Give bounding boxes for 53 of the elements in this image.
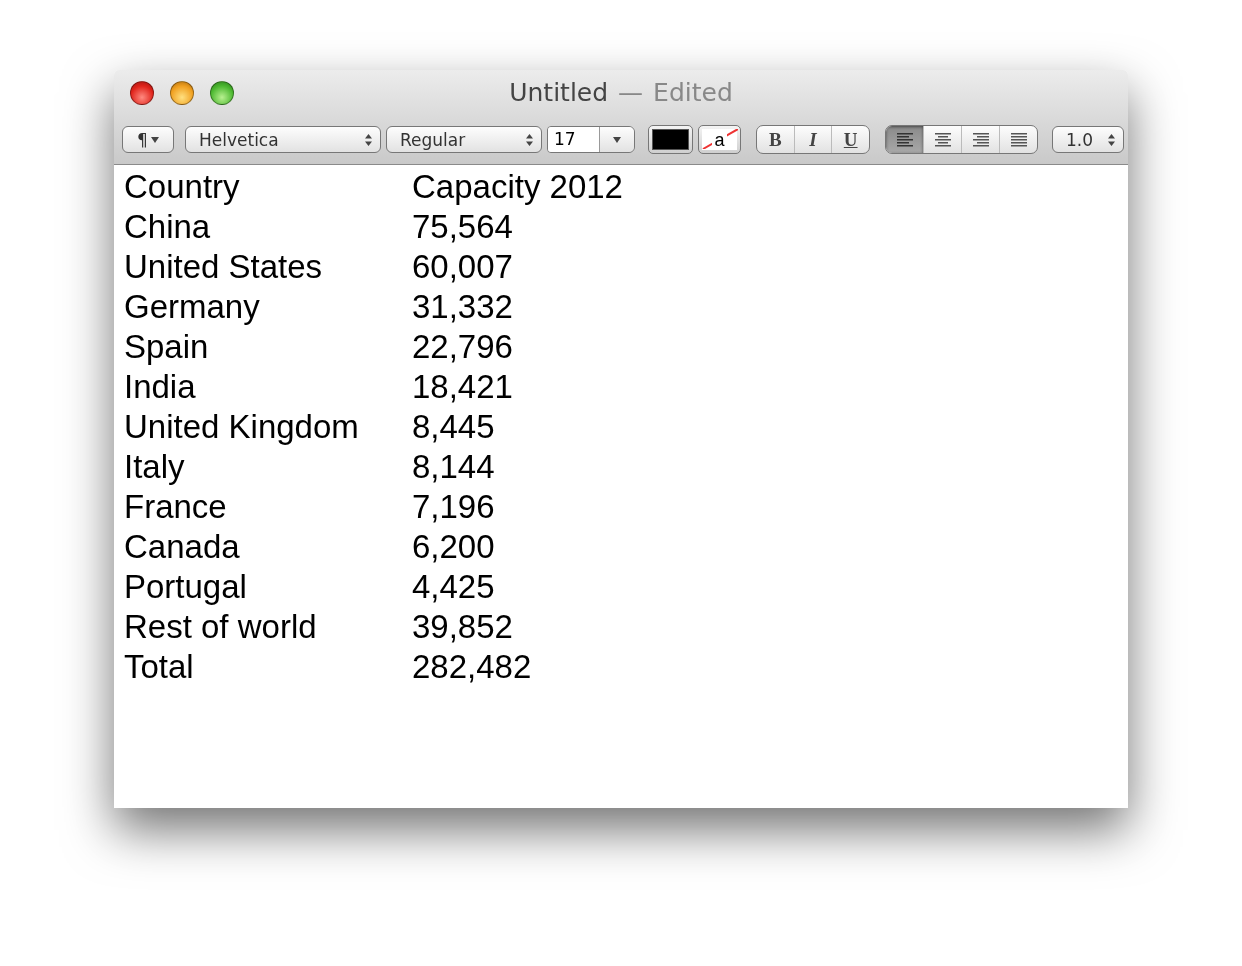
alignment-control[interactable] (885, 125, 1038, 154)
document-text: 75,564 (412, 208, 513, 246)
document-text: China (124, 208, 212, 246)
caret-icon (150, 136, 159, 143)
title-separator: — (618, 78, 644, 107)
caret-icon (613, 136, 621, 143)
document-text: Country (124, 168, 241, 206)
paragraph-menu[interactable]: ¶ (122, 126, 174, 153)
document-text: 18,421 (412, 368, 513, 406)
stepper-icon (365, 133, 372, 146)
document-text: France (124, 488, 228, 526)
text-style-control[interactable]: B I U (756, 125, 870, 154)
highlight-color-well[interactable]: a (698, 125, 741, 154)
minimize-button[interactable] (170, 80, 194, 105)
document-text: Capacity 2012 (412, 168, 623, 206)
document-text: 22,796 (412, 328, 513, 366)
document-text: 8,445 (412, 408, 495, 446)
align-left-icon (896, 132, 913, 147)
document-text: Total (124, 648, 195, 686)
document-text: United States (124, 248, 324, 286)
align-justify-icon (1010, 132, 1027, 147)
line-spacing-popup[interactable]: 1.0 (1052, 126, 1124, 153)
document-text: 39,852 (412, 608, 513, 646)
font-family-popup[interactable]: Helvetica (185, 126, 381, 153)
underline-button[interactable]: U (831, 126, 869, 153)
document-text: 8,144 (412, 448, 495, 486)
close-button[interactable] (130, 80, 154, 105)
document-text: India (124, 368, 197, 406)
document-text: Spain (124, 328, 210, 366)
document-text: 6,200 (412, 528, 495, 566)
document-text: Italy (124, 448, 186, 486)
align-left-button[interactable] (886, 126, 923, 153)
stepper-icon (526, 133, 533, 146)
document-text: Portugal (124, 568, 248, 606)
stepper-icon (1108, 133, 1115, 146)
font-size-combo[interactable]: 17 (547, 126, 635, 153)
align-right-icon (972, 132, 989, 147)
document-text: Canada (124, 528, 241, 566)
document-text: Germany (124, 288, 261, 326)
document-text: United Kingdom (124, 408, 360, 446)
window-title: Untitled (509, 78, 609, 107)
typeface-popup[interactable]: Regular (386, 126, 542, 153)
document-text: 60,007 (412, 248, 513, 286)
zoom-button[interactable] (210, 80, 234, 105)
document-text: 282,482 (412, 648, 532, 686)
document-text: 7,196 (412, 488, 495, 526)
align-center-icon (934, 132, 951, 147)
edited-status: Edited (653, 78, 733, 107)
document-text: Rest of world (124, 608, 318, 646)
italic-button[interactable]: I (793, 126, 832, 153)
document-text: 4,425 (412, 568, 495, 606)
document-text: 31,332 (412, 288, 513, 326)
bold-button[interactable]: B (757, 126, 794, 153)
